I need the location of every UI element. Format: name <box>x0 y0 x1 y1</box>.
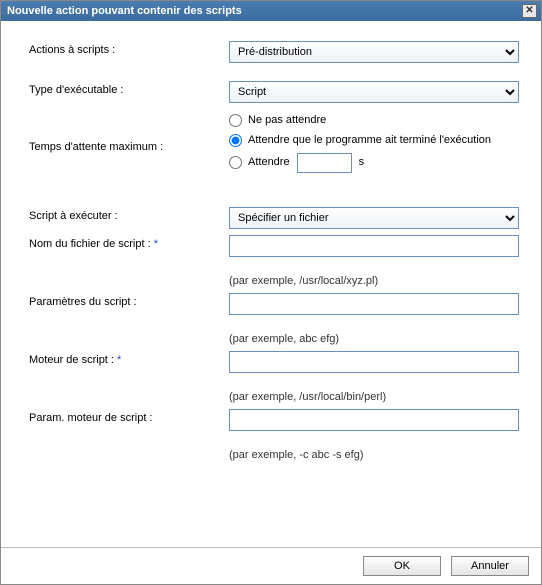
wait-radio-seconds[interactable]: Attendre s <box>229 153 519 173</box>
wait-radio-done-input[interactable] <box>229 134 242 147</box>
wait-radio-no-wait-input[interactable] <box>229 114 242 127</box>
script-to-run-label: Script à exécuter : <box>29 207 229 222</box>
dialog-title: Nouvelle action pouvant contenir des scr… <box>7 5 522 17</box>
engine-hint: (par exemple, /usr/local/bin/perl) <box>229 391 519 403</box>
content: Actions à scripts : Pré-distribution Typ… <box>1 21 541 547</box>
engine-input[interactable] <box>229 351 519 373</box>
wait-radio-done-label: Attendre que le programme ait terminé l'… <box>248 133 491 148</box>
close-icon: ✕ <box>525 6 533 16</box>
actions-select[interactable]: Pré-distribution <box>229 41 519 63</box>
button-bar: OK Annuler <box>1 547 541 584</box>
wait-radio-seconds-label: Attendre <box>248 155 290 170</box>
params-input[interactable] <box>229 293 519 315</box>
script-file-label: Nom du fichier de script : <box>29 238 151 250</box>
wait-seconds-input[interactable] <box>297 153 352 173</box>
engine-required: * <box>117 354 121 366</box>
script-file-input[interactable] <box>229 235 519 257</box>
script-to-run-select[interactable]: Spécifier un fichier <box>229 207 519 229</box>
engine-params-label: Param. moteur de script : <box>29 409 229 424</box>
close-button[interactable]: ✕ <box>522 4 537 18</box>
wait-radiogroup: Ne pas attendre Attendre que le programm… <box>229 113 519 173</box>
wait-radio-seconds-unit: s <box>359 155 365 170</box>
engine-label: Moteur de script : <box>29 354 114 366</box>
actions-label: Actions à scripts : <box>29 41 229 56</box>
engine-label-wrap: Moteur de script : * <box>29 351 229 366</box>
script-file-hint: (par exemple, /usr/local/xyz.pl) <box>229 275 519 287</box>
wait-label: Temps d'attente maximum : <box>29 113 229 153</box>
exec-type-select[interactable]: Script <box>229 81 519 103</box>
wait-radio-no-wait[interactable]: Ne pas attendre <box>229 113 519 128</box>
engine-params-hint: (par exemple, -c abc -s efg) <box>229 449 519 461</box>
ok-button[interactable]: OK <box>363 556 441 576</box>
wait-radio-done[interactable]: Attendre que le programme ait terminé l'… <box>229 133 519 148</box>
cancel-button[interactable]: Annuler <box>451 556 529 576</box>
engine-params-input[interactable] <box>229 409 519 431</box>
params-label: Paramètres du script : <box>29 293 229 308</box>
dialog: Nouvelle action pouvant contenir des scr… <box>0 0 542 585</box>
wait-radio-seconds-input[interactable] <box>229 156 242 169</box>
script-file-label-wrap: Nom du fichier de script : * <box>29 235 229 250</box>
script-file-required: * <box>154 238 158 250</box>
params-hint: (par exemple, abc efg) <box>229 333 519 345</box>
exec-type-label: Type d'exécutable : <box>29 81 229 96</box>
wait-radio-no-wait-label: Ne pas attendre <box>248 113 326 128</box>
titlebar: Nouvelle action pouvant contenir des scr… <box>1 1 541 21</box>
